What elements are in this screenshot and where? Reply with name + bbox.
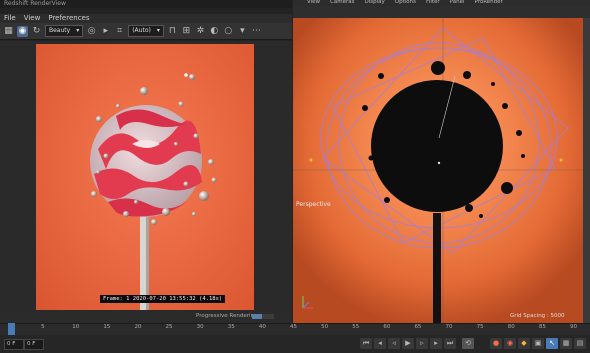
render-region-icon[interactable]: ◉ <box>17 25 28 37</box>
menu-view[interactable]: View <box>24 14 41 23</box>
menu-preferences[interactable]: Preferences <box>48 14 89 23</box>
timeline-tick-label: 40 <box>258 324 266 330</box>
frame-info: Frame: 1 2020-07-20 13:55:32 (4.18s) <box>100 295 226 303</box>
timeline-tick-label: 60 <box>383 324 391 330</box>
render-status-bar: Progressive Rendering... <box>0 312 292 321</box>
autokey-icon[interactable]: ◉ <box>504 338 516 349</box>
refresh-icon[interactable]: ↻ <box>31 26 42 37</box>
go-to-end-icon[interactable]: ⏭ <box>444 338 456 349</box>
timeline-tick-label: 45 <box>290 324 297 330</box>
viewport-camera-label[interactable]: Perspective <box>296 201 331 208</box>
arrow-icon[interactable]: ▸ <box>100 26 111 37</box>
timeline-tick-label: 25 <box>165 324 173 330</box>
grid-spacing-readout: Grid Spacing : 5000 <box>510 313 565 319</box>
start-frame-field[interactable]: 0 F <box>4 339 24 350</box>
render-image <box>36 44 254 310</box>
lollipop-render <box>90 73 217 310</box>
grid-layout-icon[interactable]: ▦ <box>560 338 572 349</box>
snapshot-icon[interactable]: ◎ <box>86 26 97 37</box>
timeline-tick-label: 90 <box>570 324 577 330</box>
timeline-tick-label: 15 <box>103 324 111 330</box>
next-key-icon[interactable]: ▸ <box>430 338 442 349</box>
timeline-tick-label: 5 <box>41 324 45 330</box>
chevron-down-icon: ▾ <box>156 27 160 34</box>
timeline-tick-label: 20 <box>134 324 142 330</box>
play-icon[interactable]: ▶ <box>402 338 414 349</box>
timeline-tick-label: 35 <box>227 324 235 330</box>
timeline-tick-label: 50 <box>321 324 329 330</box>
lock-icon[interactable]: ⊓ <box>167 26 178 37</box>
camera-select-value: (Auto) <box>132 27 151 34</box>
select-icon[interactable]: ↖ <box>546 338 558 349</box>
camera-select[interactable]: (Auto) ▾ <box>128 25 164 37</box>
min-frame-field[interactable]: 0 F <box>24 339 44 350</box>
viewport-scene <box>293 18 590 323</box>
timeline-playhead[interactable] <box>8 323 15 335</box>
timeline-tick-label: 10 <box>72 324 80 330</box>
contrast-icon[interactable]: ◐ <box>209 26 220 37</box>
timeline-tick-label: 70 <box>445 324 453 330</box>
circle-icon[interactable]: ○ <box>223 26 234 37</box>
viewport-toolbar <box>293 6 590 18</box>
timeline-tick-label: 65 <box>414 324 422 330</box>
menu-file[interactable]: File <box>4 14 16 23</box>
more-icon[interactable]: ⋯ <box>251 26 262 37</box>
grid-icon[interactable]: ⊞ <box>181 26 192 37</box>
step-back-icon[interactable]: ◃ <box>388 338 400 349</box>
key-icon[interactable]: ◆ <box>518 338 530 349</box>
timeline-tick-label: 75 <box>476 324 484 330</box>
render-view-menubar: File View Preferences <box>0 14 292 23</box>
timeline-tick-label: 85 <box>538 324 546 330</box>
settings-icon[interactable]: ✲ <box>195 26 206 37</box>
crop-icon[interactable]: ⌗ <box>114 26 125 37</box>
chevron-down-icon: ▾ <box>76 27 80 34</box>
render-view-title: Redshift RenderView <box>0 0 292 8</box>
prev-key-icon[interactable]: ◂ <box>374 338 386 349</box>
film-icon[interactable]: ▦ <box>3 26 14 37</box>
timeline-tick-label: 30 <box>196 324 204 330</box>
perspective-viewport[interactable] <box>293 18 590 323</box>
record-icon[interactable]: ● <box>490 338 502 349</box>
render-view-toolbar: ▦ ◉ ↻ Beauty ▾ ◎ ▸ ⌗ (Auto) ▾ ⊓ ⊞ ✲ ◐ ○ ▾ … <box>0 23 292 40</box>
progress-bar <box>252 314 274 319</box>
step-forward-icon[interactable]: ▹ <box>416 338 428 349</box>
go-to-start-icon[interactable]: ⏮ <box>360 338 372 349</box>
aov-select-value: Beauty <box>49 27 71 34</box>
settings-icon[interactable]: ▤ <box>574 338 586 349</box>
progress-fill <box>252 314 262 319</box>
chevron-down-icon[interactable]: ▾ <box>237 26 248 37</box>
timeline-tick-label: 55 <box>352 324 360 330</box>
loop-icon[interactable]: ⟲ <box>462 338 474 349</box>
keyframe-selection-icon[interactable]: ▣ <box>532 338 544 349</box>
aov-select[interactable]: Beauty ▾ <box>45 25 84 37</box>
transport-bar: 0 F 0 F ⏮ ◂ ◃ ▶ ▹ ▸ ⏭ ⟲ ● ◉ ◆ ▣ ↖ ▦ ▤ <box>0 335 590 353</box>
timeline-tick-label: 80 <box>507 324 515 330</box>
